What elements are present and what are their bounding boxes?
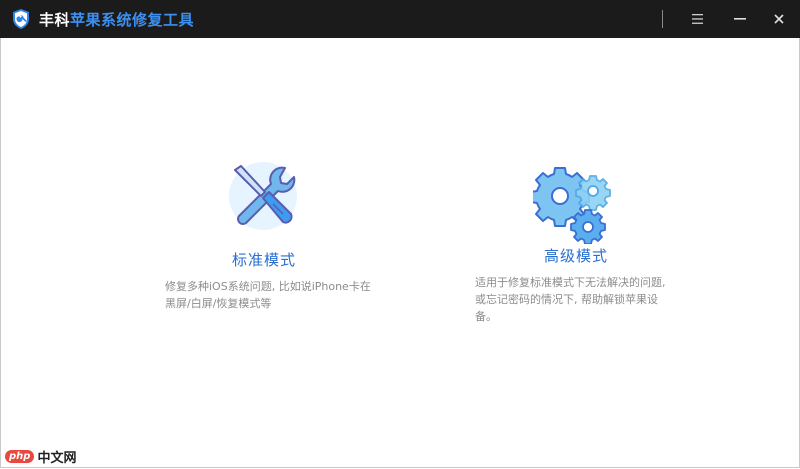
standard-mode-desc-line1: 修复多种iOS系统问题, 比如说iPhone卡在	[165, 280, 371, 293]
app-title-product: 苹果系统修复工具	[70, 11, 195, 29]
standard-mode-description: 修复多种iOS系统问题, 比如说iPhone卡在 黑屏/白屏/恢复模式等	[165, 278, 397, 312]
titlebar-divider	[662, 10, 663, 28]
standard-mode-desc-line2: 黑屏/白屏/恢复模式等	[165, 297, 272, 310]
watermark-text: 中文网	[37, 451, 77, 466]
close-icon	[774, 14, 784, 24]
advanced-mode-desc-line1: 适用于修复标准模式下无法解决的问题,	[475, 276, 666, 289]
close-button[interactable]	[766, 6, 792, 32]
advanced-mode-description: 适用于修复标准模式下无法解决的问题, 或忘记密码的情况下, 帮助解锁苹果设 备。	[475, 274, 707, 325]
minimize-button[interactable]	[727, 6, 753, 32]
menu-button[interactable]	[684, 6, 710, 32]
shield-wrench-icon	[13, 9, 29, 29]
advanced-mode-card[interactable]: 高级模式 适用于修复标准模式下无法解决的问题, 或忘记密码的情况下, 帮助解锁苹…	[470, 150, 710, 330]
gears-icon	[533, 167, 611, 244]
standard-mode-title: 标准模式	[232, 251, 297, 269]
menu-icon	[691, 14, 703, 24]
minimize-icon	[734, 18, 746, 20]
app-title-brand: 丰科	[39, 11, 71, 29]
watermark: php 中文网	[5, 447, 76, 466]
advanced-mode-desc-line2: 或忘记密码的情况下, 帮助解锁苹果设	[475, 293, 658, 306]
title-bar: 丰科苹果系统修复工具	[0, 0, 800, 38]
advanced-mode-title: 高级模式	[544, 247, 609, 265]
wrench-screwdriver-icon	[229, 162, 297, 230]
standard-mode-card[interactable]: 标准模式 修复多种iOS系统问题, 比如说iPhone卡在 黑屏/白屏/恢复模式…	[160, 150, 400, 320]
watermark-logo: php	[5, 450, 35, 463]
app-title: 丰科苹果系统修复工具	[39, 9, 194, 30]
advanced-mode-desc-line3: 备。	[475, 310, 497, 323]
